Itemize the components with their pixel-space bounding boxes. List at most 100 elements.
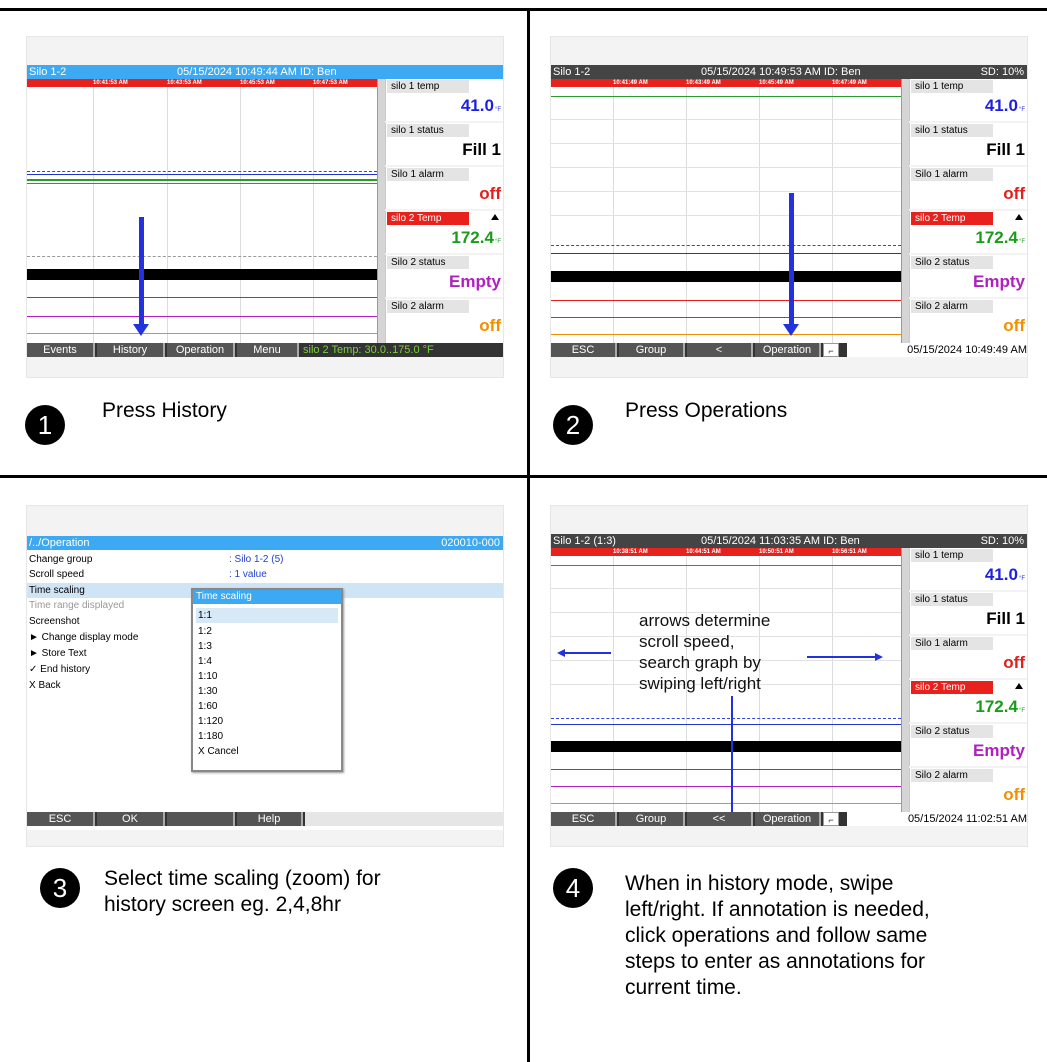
time-label: 10:45:49 AM xyxy=(759,80,794,86)
step-number: 1 xyxy=(25,405,65,445)
group-button[interactable]: Group xyxy=(619,812,685,826)
channel-silo2-status: Silo 2 status Empty xyxy=(909,724,1027,766)
option-change-display-mode[interactable]: ► Change display mode xyxy=(29,630,138,645)
time-label: 10:41:53 AM xyxy=(93,80,128,86)
option-screenshot[interactable]: Screenshot xyxy=(29,614,80,629)
option-scroll-speed[interactable]: Scroll speed xyxy=(29,567,84,582)
annotation-text: arrows determine scroll speed, search gr… xyxy=(639,611,771,693)
ok-button[interactable]: OK xyxy=(97,812,165,826)
chart-scrollbar[interactable] xyxy=(377,79,385,343)
channel-silo2-alarm: Silo 2 alarm off xyxy=(909,299,1027,343)
screenshot-history: Silo 1-2 05/15/2024 10:49:44 AM ID: Ben … xyxy=(26,36,504,378)
horizontal-divider xyxy=(0,475,1047,478)
softkey-bar: Events History Operation Menu silo 2 Tem… xyxy=(27,343,503,357)
scroll-left-button[interactable]: < xyxy=(687,343,753,357)
channel-silo2-status: Silo 2 status Empty xyxy=(909,255,1027,297)
scale-option[interactable]: 1:30 xyxy=(198,684,217,699)
header-datetime: 05/15/2024 11:03:35 AM ID: Ben xyxy=(701,535,860,547)
menu-path: /../Operation xyxy=(29,537,90,549)
step-text: Press Operations xyxy=(625,399,788,422)
down-line xyxy=(731,696,733,818)
option-back[interactable]: X Back xyxy=(29,678,61,693)
step-text: When in history mode, swipe left/right. … xyxy=(625,872,930,999)
time-axis: 10:41:53 AM 10:43:53 AM 10:45:53 AM 10:4… xyxy=(27,79,377,87)
option-change-group[interactable]: Change group xyxy=(29,552,92,567)
operation-button[interactable]: Operation xyxy=(755,343,821,357)
group-name: Silo 1-2 xyxy=(29,66,67,78)
channel-silo1-temp: silo 1 temp 41.0°F xyxy=(909,548,1027,590)
channel-silo2-alarm: Silo 2 alarm off xyxy=(909,768,1027,812)
time-label: 10:47:49 AM xyxy=(832,80,867,86)
scale-option[interactable]: 1:4 xyxy=(198,654,212,669)
time-axis: 10:41:49 AM 10:43:49 AM 10:45:49 AM 10:4… xyxy=(551,79,901,87)
channel-silo2-temp: silo 2 Temp 172.4°F xyxy=(909,680,1027,722)
time-label: 10:44:51 AM xyxy=(686,549,721,555)
chart-scrollbar[interactable] xyxy=(901,548,909,812)
sd-status: SD: 10% xyxy=(980,535,1024,547)
scale-option[interactable]: 1:3 xyxy=(198,639,212,654)
esc-button[interactable]: ESC xyxy=(27,812,95,826)
left-arrowhead xyxy=(557,649,565,657)
top-rule xyxy=(0,8,1047,11)
scale-option[interactable]: 1:120 xyxy=(198,714,223,729)
channel-silo2-status: Silo 2 status Empty xyxy=(385,255,503,297)
time-scaling-dropdown[interactable]: Time scaling 1:1 1:2 1:3 1:4 1:10 1:30 1… xyxy=(191,588,343,772)
chart-scrollbar[interactable] xyxy=(901,79,909,343)
group-name: Silo 1-2 xyxy=(553,66,591,78)
step-text: Select time scaling (zoom) for history s… xyxy=(104,867,381,916)
group-button[interactable]: Group xyxy=(619,343,685,357)
fast-scroll-left-button[interactable]: << xyxy=(687,812,753,826)
scale-option[interactable]: 1:2 xyxy=(198,624,212,639)
softkey-bar: ESC OK Help xyxy=(27,812,503,826)
channel-silo2-temp: silo 2 Temp 172.4°F xyxy=(385,211,503,253)
option-store-text[interactable]: ► Store Text xyxy=(29,646,87,661)
chart-icon[interactable]: ⌐ xyxy=(823,343,839,357)
time-label: 10:43:53 AM xyxy=(167,80,202,86)
channel-silo1-alarm: Silo 1 alarm off xyxy=(909,636,1027,678)
time-label: 10:56:51 AM xyxy=(832,549,867,555)
channel-silo1-status: silo 1 status Fill 1 xyxy=(385,123,503,165)
channel-silo1-status: silo 1 status Fill 1 xyxy=(909,123,1027,165)
history-button[interactable]: History xyxy=(97,343,165,357)
step-number: 3 xyxy=(40,868,80,908)
title-bar: Silo 1-2 05/15/2024 10:49:44 AM ID: Ben xyxy=(27,65,503,79)
scale-option[interactable]: 1:1 xyxy=(196,608,338,623)
dropdown-title: Time scaling xyxy=(193,590,341,604)
down-arrow xyxy=(133,217,149,336)
chart-icon[interactable]: ⌐ xyxy=(823,812,839,826)
status-datetime: 05/15/2024 11:02:51 AM xyxy=(847,812,1027,826)
step-number: 2 xyxy=(553,405,593,445)
scale-option[interactable]: 1:60 xyxy=(198,699,217,714)
option-value: : 1 value xyxy=(229,569,267,580)
down-arrow xyxy=(783,193,799,336)
blank-button[interactable] xyxy=(167,812,235,826)
operation-button[interactable]: Operation xyxy=(755,812,821,826)
time-label: 10:43:49 AM xyxy=(686,80,721,86)
trend-chart[interactable] xyxy=(27,87,377,343)
softkey-bar: ESC Group < Operation ⌐ 05/15/2024 10:49… xyxy=(551,343,1027,357)
step-text: Press History xyxy=(102,399,227,422)
step-number: 4 xyxy=(553,868,593,908)
title-bar: Silo 1-2 (1:3) 05/15/2024 11:03:35 AM ID… xyxy=(551,534,1027,548)
scale-option[interactable]: 1:10 xyxy=(198,669,217,684)
softkey-bar: ESC Group << Operation ⌐ 05/15/2024 11:0… xyxy=(551,812,1027,826)
time-axis: 10:38:51 AM 10:44:51 AM 10:50:51 AM 10:5… xyxy=(551,548,901,556)
option-end-history[interactable]: ✓ End history xyxy=(29,662,90,677)
menu-button[interactable]: Menu xyxy=(237,343,299,357)
option-time-range: Time range displayed xyxy=(29,600,125,611)
vertical-divider xyxy=(527,8,530,1062)
menu-code: 020010-000 xyxy=(441,537,500,549)
help-button[interactable]: Help xyxy=(237,812,303,826)
operation-button[interactable]: Operation xyxy=(167,343,235,357)
esc-button[interactable]: ESC xyxy=(551,812,617,826)
header-datetime: 05/15/2024 10:49:53 AM ID: Ben xyxy=(701,66,861,78)
title-bar: Silo 1-2 05/15/2024 10:49:53 AM ID: Ben … xyxy=(551,65,1027,79)
events-button[interactable]: Events xyxy=(27,343,95,357)
esc-button[interactable]: ESC xyxy=(551,343,617,357)
trend-chart[interactable] xyxy=(551,87,901,343)
channel-silo2-alarm: Silo 2 alarm off xyxy=(385,299,503,343)
time-label: 10:41:49 AM xyxy=(613,80,648,86)
scale-option[interactable]: 1:180 xyxy=(198,729,223,744)
cancel-option[interactable]: X Cancel xyxy=(198,744,239,759)
header-datetime: 05/15/2024 10:49:44 AM ID: Ben xyxy=(177,66,337,78)
